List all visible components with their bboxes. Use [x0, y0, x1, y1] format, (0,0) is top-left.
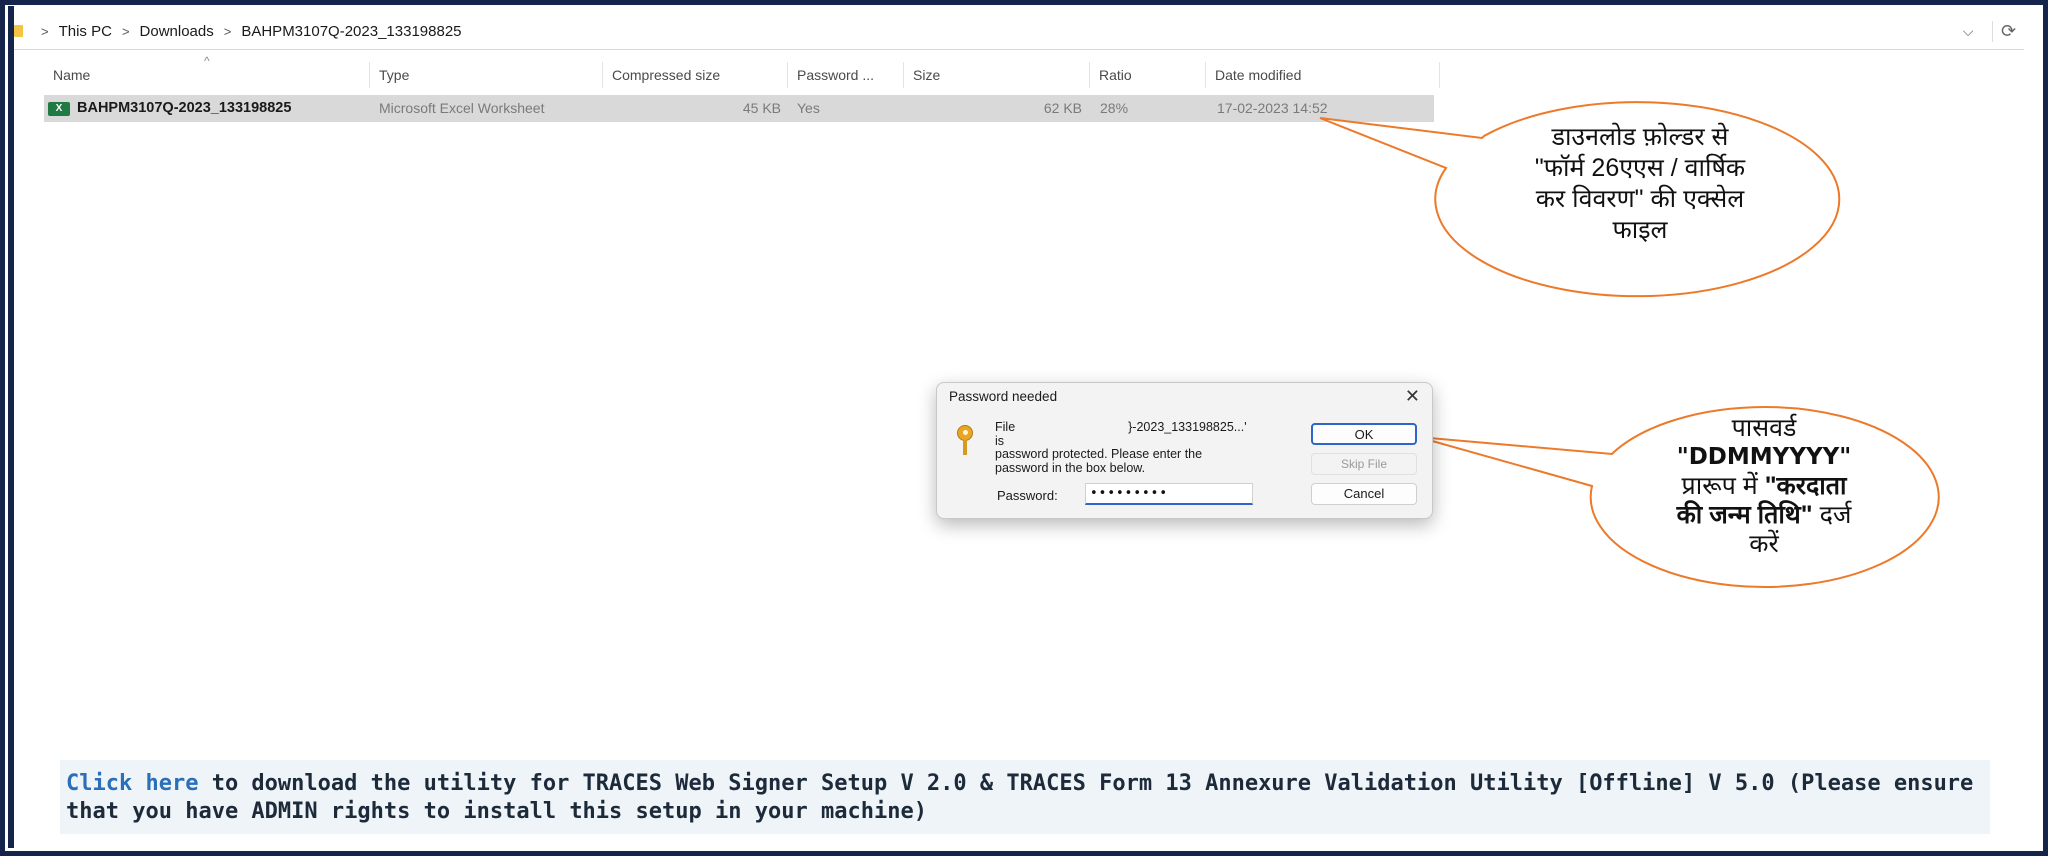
banner-text: to download the utility for TRACES Web S…: [66, 771, 1974, 824]
dialog-message-body: password protected. Please enter the pas…: [995, 447, 1203, 475]
password-dialog: Password needed ✕ File }-2023_133198825.…: [936, 382, 1433, 519]
skip-file-button[interactable]: Skip File: [1311, 453, 1417, 475]
dialog-title: Password needed: [949, 389, 1058, 404]
ok-button[interactable]: OK: [1311, 423, 1417, 445]
dialog-message: File }-2023_133198825...' is password pr…: [995, 420, 1257, 475]
callout-file-line: कर विवरण" की एक्सेल: [1535, 185, 1745, 213]
callout-file-line: "फॉर्म 26एएस / वार्षिक: [1534, 154, 1746, 182]
callout-file-text: डाउनलोड फ़ोल्डर से "फॉर्म 26एएस / वार्षि…: [1480, 122, 1800, 246]
password-input[interactable]: •••••••••: [1085, 483, 1253, 505]
dialog-message-filename: }-2023_133198825...' is: [995, 420, 1247, 448]
callout-text-part: दर्ज: [1812, 501, 1852, 529]
dialog-message-prefix: File: [995, 420, 1016, 434]
download-utility-banner: Click here to download the utility for T…: [60, 760, 1990, 834]
callout-password-text: पासवर्ड "DDMMYYYY" प्रारूप में "करदाता क…: [1624, 414, 1904, 559]
callout-text-part: प्रारूप में: [1681, 472, 1765, 500]
callout-password-line: पासवर्ड: [1731, 414, 1797, 442]
password-label: Password:: [997, 488, 1058, 503]
callout-file-line: डाउनलोड फ़ोल्डर से: [1551, 123, 1729, 151]
callout-password-line: करें: [1749, 530, 1779, 558]
key-icon: [957, 425, 973, 455]
callout-text-bold: "करदाता: [1764, 472, 1847, 500]
callout-password-line: प्रारूप में "करदाता: [1624, 472, 1904, 501]
callout-file-line: फाइल: [1612, 216, 1668, 244]
callout-text-bold: की जन्म तिथि": [1676, 501, 1813, 529]
callout-password-format: "DDMMYYYY": [1676, 444, 1852, 470]
close-icon[interactable]: ✕: [1405, 386, 1420, 407]
callout-password-line: की जन्म तिथि" दर्ज: [1624, 501, 1904, 530]
cancel-button[interactable]: Cancel: [1311, 483, 1417, 505]
click-here-link[interactable]: Click here: [66, 771, 198, 796]
